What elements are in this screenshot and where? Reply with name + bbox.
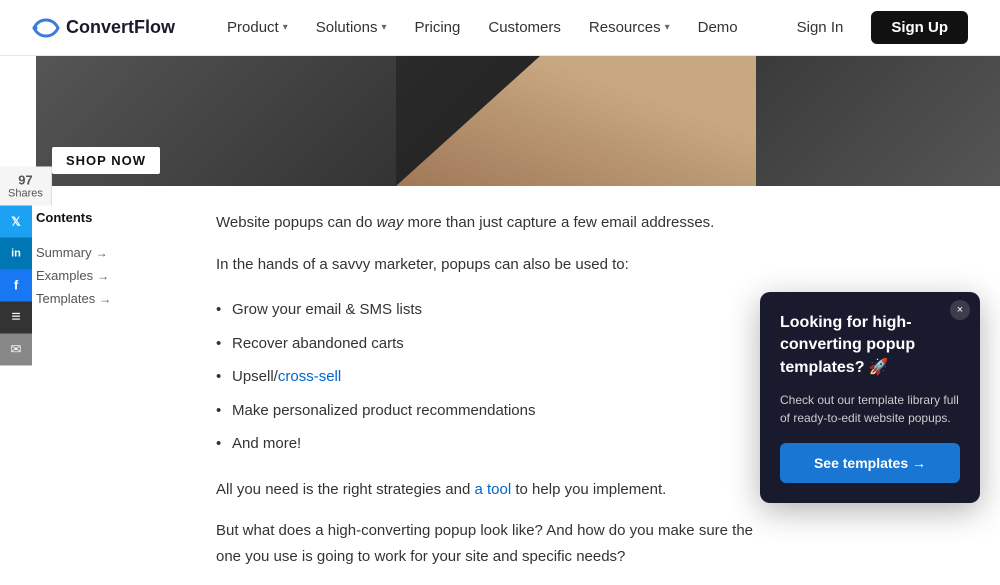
toc-item-templates[interactable]: Templates →: [36, 287, 192, 310]
twitter-share-button[interactable]: 𝕏: [0, 205, 32, 237]
cross-sell-link[interactable]: cross-sell: [278, 368, 341, 385]
popup-title: Looking for high-converting popup templa…: [780, 312, 960, 379]
chevron-down-icon: ▾: [381, 22, 386, 33]
italic-way: way: [377, 214, 404, 231]
list-item: Upsell/cross-sell: [216, 360, 756, 394]
chevron-down-icon: ▾: [665, 22, 670, 33]
list-item: Make personalized product recommendation…: [216, 394, 756, 428]
article-body: Website popups can do way more than just…: [216, 210, 776, 585]
nav-actions: Sign In Sign Up: [781, 11, 968, 44]
facebook-share-button[interactable]: f: [0, 269, 32, 301]
popup-description: Check out our template library full of r…: [780, 391, 960, 427]
arrow-icon: →: [96, 246, 108, 260]
nav-resources[interactable]: Resources ▾: [577, 11, 682, 44]
nav-product[interactable]: Product ▾: [215, 11, 300, 44]
shop-now-label: SHOP NOW: [52, 147, 160, 174]
hero-image-right: [756, 56, 1000, 186]
nav-demo[interactable]: Demo: [686, 11, 750, 44]
email-icon: ✉: [11, 341, 22, 357]
arrow-icon: →: [97, 269, 109, 283]
article-para-3: All you need is the right strategies and…: [216, 477, 756, 503]
hero-arm-graphic: [396, 56, 756, 186]
navbar: ConvertFlow Product ▾ Solutions ▾ Pricin…: [0, 0, 1000, 56]
logo-icon: [32, 18, 60, 38]
article-list: Grow your email & SMS lists Recover aban…: [216, 293, 756, 461]
facebook-icon: f: [14, 278, 18, 293]
toc-item-summary[interactable]: Summary →: [36, 241, 192, 264]
list-item: Recover abandoned carts: [216, 327, 756, 361]
buffer-icon: ≡: [11, 308, 20, 326]
tool-link[interactable]: a tool: [475, 481, 512, 498]
linkedin-share-button[interactable]: in: [0, 237, 32, 269]
see-templates-button[interactable]: See templates →: [780, 443, 960, 483]
article-para-1: Website popups can do way more than just…: [216, 210, 756, 236]
toc-title: Contents: [36, 210, 192, 225]
article-para-4: But what does a high-converting popup lo…: [216, 518, 756, 569]
signin-button[interactable]: Sign In: [781, 11, 860, 44]
share-count: 97 Shares: [0, 166, 52, 205]
nav-customers[interactable]: Customers: [476, 11, 573, 44]
twitter-icon: 𝕏: [11, 214, 21, 228]
list-item: And more!: [216, 427, 756, 461]
hero-image-center: [396, 56, 756, 186]
popup-widget: × Looking for high-converting popup temp…: [760, 292, 980, 503]
toc-sidebar: Contents Summary → Examples → Templates …: [36, 210, 216, 585]
social-sidebar: 97 Shares 𝕏 in f ≡ ✉: [0, 166, 52, 365]
linkedin-icon: in: [11, 247, 21, 259]
article-para-2: In the hands of a savvy marketer, popups…: [216, 252, 756, 278]
popup-close-button[interactable]: ×: [950, 300, 970, 320]
arrow-icon: →: [99, 292, 111, 306]
hero-image-area: SHOP NOW: [36, 56, 1000, 186]
chevron-down-icon: ▾: [283, 22, 288, 33]
logo-text: ConvertFlow: [66, 17, 175, 38]
buffer-share-button[interactable]: ≡: [0, 301, 32, 333]
nav-links: Product ▾ Solutions ▾ Pricing Customers …: [215, 11, 781, 44]
signup-button[interactable]: Sign Up: [871, 11, 968, 44]
hero-image-left: SHOP NOW: [36, 56, 396, 186]
toc-item-examples[interactable]: Examples →: [36, 264, 192, 287]
list-item: Grow your email & SMS lists: [216, 293, 756, 327]
nav-pricing[interactable]: Pricing: [403, 11, 473, 44]
email-share-button[interactable]: ✉: [0, 333, 32, 365]
logo[interactable]: ConvertFlow: [32, 17, 175, 38]
nav-solutions[interactable]: Solutions ▾: [304, 11, 399, 44]
